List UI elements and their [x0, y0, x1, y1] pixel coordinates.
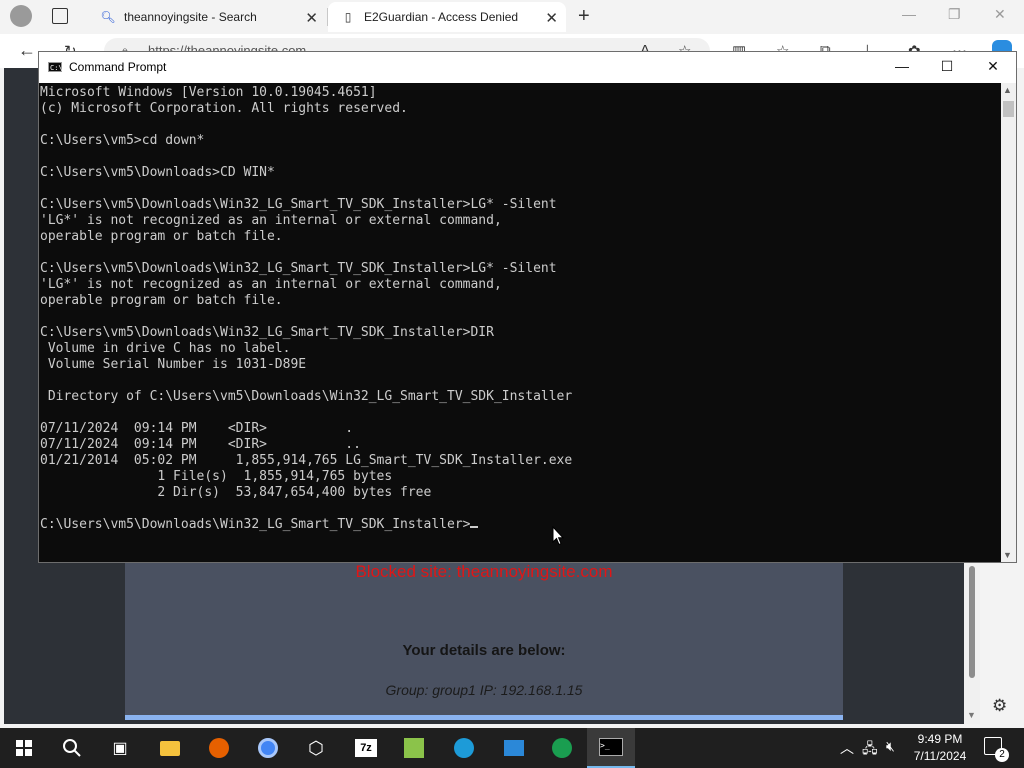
console-line: 01/21/2014 05:02 PM 1,855,914,765 LG_Sma… [40, 453, 573, 468]
cmd-scrollbar[interactable]: ▲ ▼ [1001, 83, 1016, 562]
command-prompt-window[interactable]: C:\ Command Prompt — ☐ ✕ Microsoft Windo… [38, 51, 1017, 563]
tab-search[interactable]: 🔍︎ theannoyingsite - Search ✕ [88, 2, 326, 32]
console-line: C:\Users\vm5\Downloads>CD WIN* [40, 165, 275, 180]
command-prompt-taskbar-icon[interactable]: >_ [587, 728, 635, 768]
task-view-icon[interactable]: ▣ [96, 728, 144, 768]
console-line: 'LG*' is not recognized as an internal o… [40, 277, 502, 292]
cmd-scrollbar-thumb[interactable] [1003, 101, 1014, 117]
blocked-site-text: Blocked site: theannoyingsite.com [355, 562, 613, 581]
volume-muted-icon[interactable]: 🔇︎ [886, 738, 895, 755]
clock-date: 7/11/2024 [913, 749, 967, 763]
scroll-down-icon[interactable]: ▼ [967, 710, 976, 720]
scroll-up-icon[interactable]: ▲ [1003, 85, 1012, 95]
cmd-minimize-icon[interactable]: — [887, 58, 917, 74]
profile-avatar[interactable] [10, 5, 32, 27]
console-line: C:\Users\vm5\Downloads\Win32_LG_Smart_TV… [40, 325, 494, 340]
console-line: C:\Users\vm5>cd down* [40, 133, 205, 148]
page-scrollbar[interactable]: ▼ [964, 560, 980, 724]
new-tab-icon[interactable]: + [578, 5, 590, 28]
clock-time: 9:49 PM [917, 732, 963, 746]
close-tab-icon[interactable]: ✕ [305, 9, 318, 27]
mouse-pointer-icon [552, 526, 564, 546]
taskbar: ▣ ⬡ 7z >_ ︿ 🖧︎ 🔇︎ 9:49 PM 7/11/2024 2 [0, 728, 1024, 768]
restore-icon[interactable]: ❐ [948, 6, 961, 23]
console-line: operable program or batch file. [40, 229, 283, 244]
tab-title: E2Guardian - Access Denied [364, 10, 519, 24]
back-icon[interactable]: ← [18, 40, 36, 61]
console-line: 'LG*' is not recognized as an internal o… [40, 213, 502, 228]
tab-title: theannoyingsite - Search [124, 10, 257, 24]
console-line: 2 Dir(s) 53,847,654,400 bytes free [40, 485, 432, 500]
console-line: operable program or batch file. [40, 293, 283, 308]
file-explorer-icon[interactable] [146, 728, 194, 768]
chrome-icon[interactable] [244, 728, 292, 768]
minimize-icon[interactable]: — [902, 6, 916, 22]
console-line: 07/11/2024 09:14 PM <DIR> . [40, 421, 354, 436]
scroll-down-icon[interactable]: ▼ [1003, 550, 1012, 560]
console-line: Volume in drive C has no label. [40, 341, 291, 356]
scrollbar-thumb[interactable] [969, 566, 975, 678]
tab-access-denied[interactable]: ▯ E2Guardian - Access Denied ✕ [328, 2, 566, 32]
page-icon: ▯ [344, 10, 352, 24]
card-accent-bar [125, 715, 843, 720]
settings-icon[interactable]: ⚙ [992, 696, 1007, 716]
console-line: C:\Users\vm5\Downloads\Win32_LG_Smart_TV… [40, 197, 557, 212]
console-line: 1 File(s) 1,855,914,765 bytes [40, 469, 393, 484]
cmd-close-icon[interactable]: ✕ [978, 58, 1008, 75]
network-tool-icon[interactable] [538, 728, 586, 768]
remote-desktop-icon[interactable] [490, 728, 538, 768]
notification-count: 2 [995, 748, 1009, 762]
cmd-title: Command Prompt [69, 60, 167, 74]
virtualbox-icon[interactable]: ⬡ [292, 728, 340, 768]
close-tab-icon[interactable]: ✕ [545, 9, 558, 27]
paint-icon[interactable] [390, 728, 438, 768]
console-line: Volume Serial Number is 1031-D89E [40, 357, 307, 372]
console-line: 07/11/2024 09:14 PM <DIR> .. [40, 437, 361, 452]
details-heading: Your details are below: [402, 642, 566, 659]
7zip-icon[interactable]: 7z [342, 728, 390, 768]
console-line: (c) Microsoft Corporation. All rights re… [40, 101, 408, 116]
cmd-maximize-icon[interactable]: ☐ [932, 58, 962, 75]
group-ip-text: Group: group1 IP: 192.168.1.15 [385, 682, 583, 698]
cmd-app-icon: C:\ [48, 62, 63, 72]
text-cursor [470, 526, 479, 528]
edge-icon[interactable] [440, 728, 488, 768]
firefox-icon[interactable] [195, 728, 243, 768]
workspaces-icon[interactable] [52, 8, 68, 24]
console-line: Microsoft Windows [Version 10.0.19045.46… [40, 85, 377, 100]
console-line: C:\Users\vm5\Downloads\Win32_LG_Smart_TV… [40, 517, 1001, 533]
search-icon: 🔍︎ [100, 10, 116, 24]
console-line: Directory of C:\Users\vm5\Downloads\Win3… [40, 389, 573, 404]
network-icon[interactable]: 🖧︎ [862, 738, 878, 762]
console-output[interactable]: Microsoft Windows [Version 10.0.19045.46… [39, 83, 1001, 562]
console-line: C:\Users\vm5\Downloads\Win32_LG_Smart_TV… [40, 261, 557, 276]
clock[interactable]: 9:49 PM 7/11/2024 [910, 731, 970, 765]
cmd-title-bar[interactable]: C:\ Command Prompt — ☐ ✕ [39, 52, 1016, 83]
block-notice-card: Blocked site: theannoyingsite.com Your d… [125, 560, 843, 720]
browser-tab-strip: 🔍︎ theannoyingsite - Search ✕ ▯ E2Guardi… [0, 0, 1024, 34]
search-icon[interactable] [48, 728, 96, 768]
show-hidden-icons-icon[interactable]: ︿ [840, 738, 854, 758]
close-icon[interactable]: ✕ [994, 6, 1006, 23]
start-windows-icon[interactable] [0, 728, 48, 768]
